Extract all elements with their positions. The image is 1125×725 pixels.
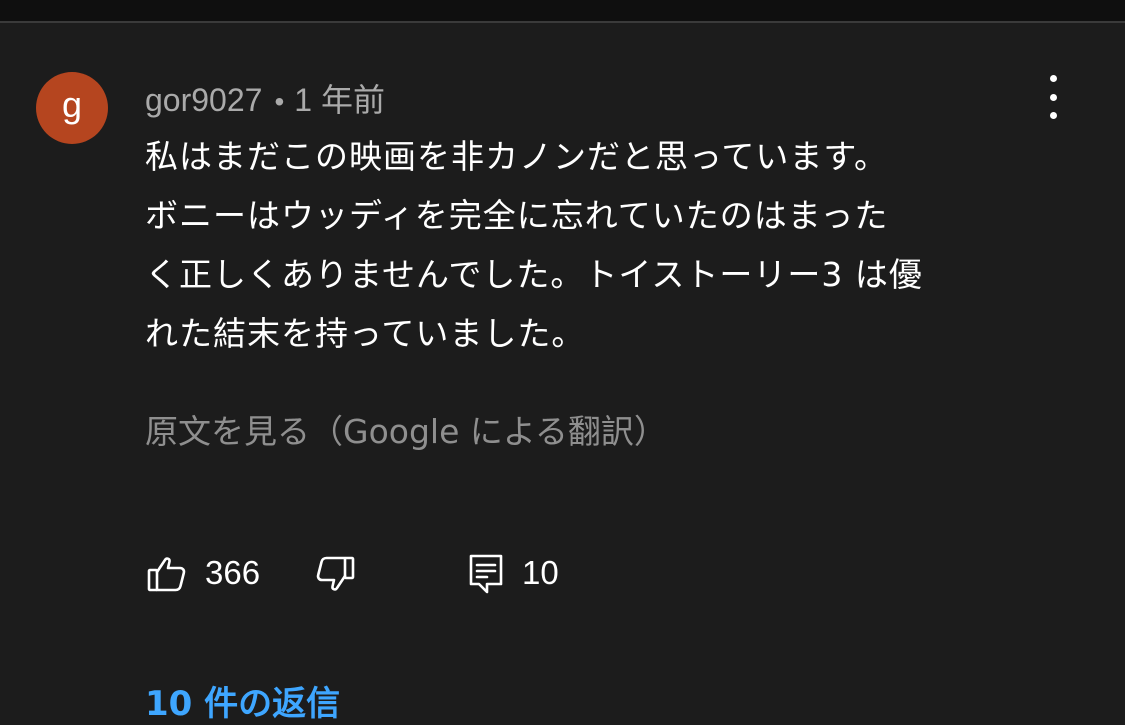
thumbs-down-icon[interactable] — [313, 554, 357, 598]
comment-body: 私はまだこの映画を非カノンだと思っています。 ボニーはウッディを完全に忘れていた… — [145, 127, 1050, 363]
like-count: 366 — [205, 554, 261, 591]
comment-line: れた結末を持っていました。 — [145, 314, 586, 353]
comment-thread: g gor9027 • 1 年前 私はまだこの映画を非カノンだと思っています。 ボニ… — [0, 23, 1125, 724]
avatar[interactable]: g — [36, 72, 108, 144]
comment-icon[interactable] — [465, 552, 509, 596]
comment-timestamp: 1 年前 — [294, 82, 385, 118]
author-name[interactable]: gor9027 — [145, 82, 262, 118]
comment-header: gor9027 • 1 年前 — [145, 75, 385, 121]
comment-line: 私はまだこの映画を非カノンだと思っています。 — [145, 137, 889, 176]
meta-separator: • — [274, 86, 285, 117]
view-replies-button[interactable]: 10 件の返信 — [145, 676, 340, 725]
more-vertical-icon[interactable] — [1036, 75, 1070, 119]
comment-line: く正しくありませんでした。トイストーリー3 は優 — [145, 255, 923, 294]
reply-count: 10 — [522, 554, 559, 591]
avatar-letter: g — [61, 84, 83, 125]
top-divider-bar — [0, 0, 1125, 23]
comment-line: ボニーはウッディを完全に忘れていたのはまった — [145, 196, 889, 235]
see-original-link[interactable]: 原文を見る（Google による翻訳） — [145, 405, 667, 453]
comment-action-bar: 366 10 — [145, 550, 745, 598]
thumbs-up-icon[interactable] — [145, 552, 189, 596]
